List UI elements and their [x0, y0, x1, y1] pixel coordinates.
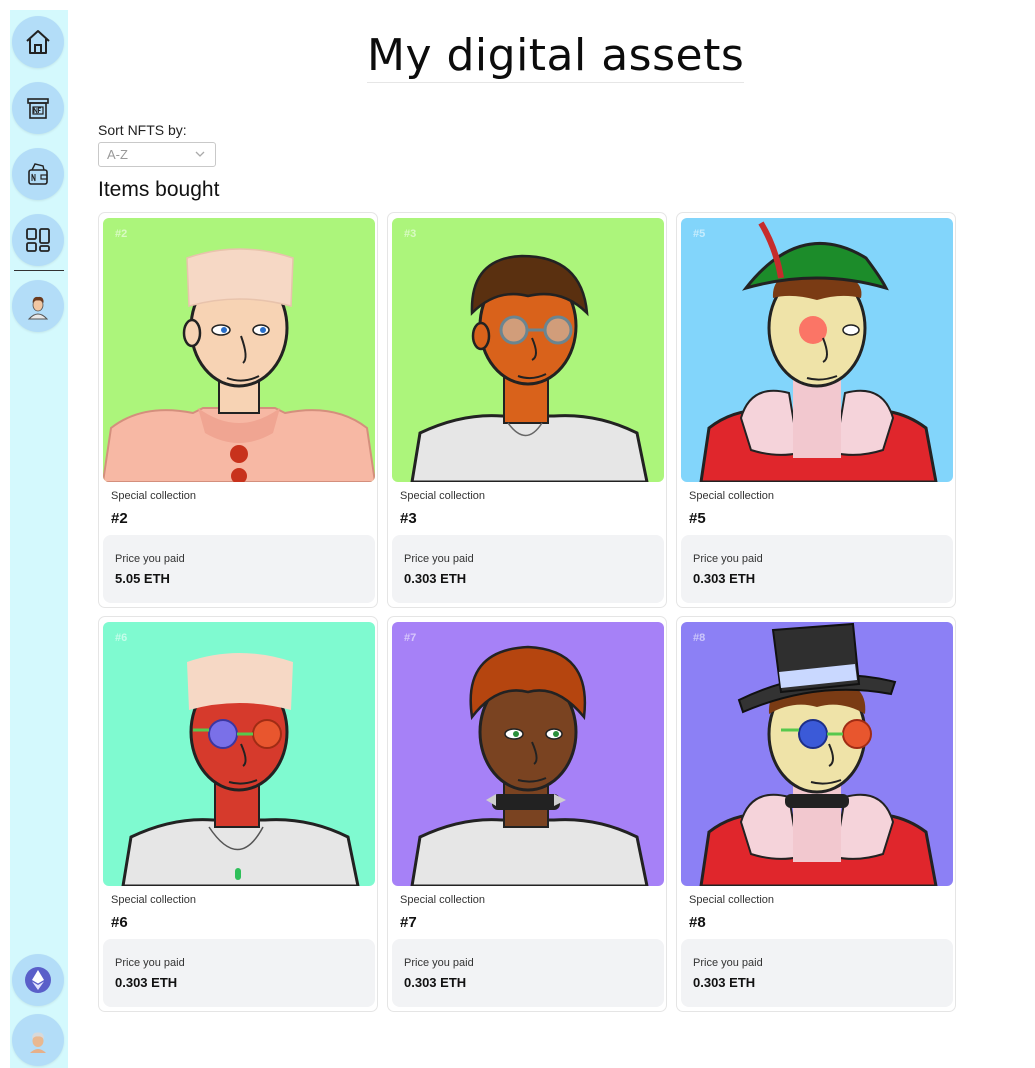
nft-name: #3	[400, 510, 417, 527]
price-box: Price you paid 0.303 ETH	[681, 939, 953, 1007]
price-value: 5.05 ETH	[115, 571, 170, 586]
nft-image[interactable]: #7	[392, 622, 664, 886]
nft-name: #2	[111, 510, 128, 527]
sort-selected-value: A-Z	[107, 147, 128, 162]
price-value: 0.303 ETH	[693, 571, 756, 586]
nft-shop-icon	[27, 98, 49, 119]
nft-name: #8	[689, 914, 706, 931]
price-label: Price you paid	[115, 553, 185, 565]
price-label: Price you paid	[693, 553, 763, 565]
collection-name: Special collection	[111, 490, 196, 502]
price-box: Price you paid 0.303 ETH	[103, 939, 375, 1007]
nav-profile-button[interactable]	[12, 280, 64, 332]
nft-number-overlay: #5	[693, 228, 706, 240]
chevron-down-icon	[195, 151, 205, 157]
collection-name: Special collection	[400, 490, 485, 502]
nft-card[interactable]: #3 Special collection #3 Price you paid …	[387, 212, 667, 608]
home-icon	[26, 30, 50, 54]
price-box: Price you paid 0.303 ETH	[681, 535, 953, 603]
nft-wallet-icon	[28, 163, 48, 185]
nft-name: #6	[111, 914, 128, 931]
price-label: Price you paid	[115, 957, 185, 969]
collection-name: Special collection	[400, 894, 485, 906]
sidebar-divider	[14, 270, 64, 271]
nft-name: #7	[400, 914, 417, 931]
dashboard-grid-icon	[26, 228, 50, 252]
nft-number-overlay: #6	[115, 632, 128, 644]
price-label: Price you paid	[404, 553, 474, 565]
nft-card[interactable]: #6 Special collection #6 Price you paid …	[98, 616, 378, 1012]
nft-card[interactable]: #8 Special collection #8 Price you paid …	[676, 616, 956, 1012]
nft-number-overlay: #8	[693, 632, 706, 644]
nav-home-button[interactable]	[12, 16, 64, 68]
sort-label: Sort NFTS by:	[98, 122, 187, 138]
nft-number-overlay: #3	[404, 228, 417, 240]
page-title: My digital assets	[367, 30, 745, 83]
price-value: 0.303 ETH	[404, 975, 467, 990]
nft-card[interactable]: #5 Special collection #5 Price you paid …	[676, 212, 956, 608]
price-box: Price you paid 0.303 ETH	[392, 939, 664, 1007]
account-avatar-icon	[30, 1032, 46, 1053]
collection-name: Special collection	[111, 894, 196, 906]
ethereum-button[interactable]	[12, 954, 64, 1006]
price-box: Price you paid 0.303 ETH	[392, 535, 664, 603]
price-value: 0.303 ETH	[404, 571, 467, 586]
nft-image[interactable]: #5	[681, 218, 953, 482]
price-box: Price you paid 5.05 ETH	[103, 535, 375, 603]
sidebar	[10, 10, 68, 1068]
collection-name: Special collection	[689, 490, 774, 502]
avatar-icon	[27, 296, 49, 320]
nft-card[interactable]: #2 Special collection #2 Price you paid …	[98, 212, 378, 608]
items-grid: #2 Special collection #2 Price you paid …	[98, 212, 958, 1014]
nft-card[interactable]: #7 Special collection #7 Price you paid …	[387, 616, 667, 1012]
price-label: Price you paid	[404, 957, 474, 969]
nav-marketplace-button[interactable]	[12, 82, 64, 134]
nft-number-overlay: #2	[115, 228, 128, 240]
nft-image[interactable]: #2	[103, 218, 375, 482]
nft-image[interactable]: #6	[103, 622, 375, 886]
ethereum-icon	[25, 967, 51, 993]
section-title: Items bought	[98, 178, 220, 201]
account-avatar-button[interactable]	[12, 1014, 64, 1066]
sort-select[interactable]: A-Z	[98, 142, 216, 167]
collection-name: Special collection	[689, 894, 774, 906]
nft-name: #5	[689, 510, 706, 527]
nav-dashboard-button[interactable]	[12, 214, 64, 266]
price-value: 0.303 ETH	[115, 975, 178, 990]
nft-image[interactable]: #8	[681, 622, 953, 886]
price-value: 0.303 ETH	[693, 975, 756, 990]
nft-number-overlay: #7	[404, 632, 417, 644]
nft-image[interactable]: #3	[392, 218, 664, 482]
nav-wallet-button[interactable]	[12, 148, 64, 200]
price-label: Price you paid	[693, 957, 763, 969]
